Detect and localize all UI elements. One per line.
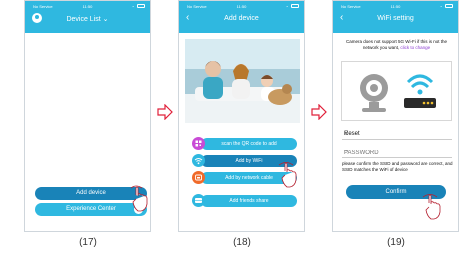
wifi-icon: [192, 154, 205, 167]
chevron-down-icon: ⌄: [102, 16, 109, 23]
wifi-name-field[interactable]: Reset ⊽: [342, 129, 452, 140]
device-illustration: [341, 61, 452, 121]
battery-icon: [291, 4, 299, 8]
status-bar: No Service 11:50 ◔: [179, 1, 304, 11]
wifi-notice: Camera does not support 5G Wi-Fi if this…: [339, 39, 454, 51]
screen-device-list: No Service 11:50 ◔ Device List ⌄ Add dev…: [24, 0, 151, 232]
status-bar: No Service 11:50 ◔: [333, 1, 458, 11]
router-icon: [404, 74, 436, 108]
friends-share-icon: [192, 194, 205, 207]
experience-center-label: Experience Center: [66, 206, 116, 212]
arrow-right-icon: [157, 104, 173, 120]
page-title-label: Device List: [66, 16, 101, 23]
wifi-status-icon: ◔: [285, 4, 288, 9]
tap-hand-icon: [422, 194, 441, 220]
tap-hand-icon: [130, 185, 148, 212]
page-title[interactable]: Device List ⌄: [25, 15, 150, 23]
password-hint: please confirm the SSID and password are…: [342, 161, 453, 172]
qr-icon: [192, 137, 205, 150]
battery-icon: [137, 4, 145, 8]
scan-qr-option-button[interactable]: scan the QR code to add: [201, 138, 297, 150]
screen-add-device: No Service 11:50 ◔ ‹ Add device scan the…: [178, 0, 305, 232]
screen-wifi-setting: No Service 11:50 ◔ ‹ WiFi setting Camera…: [332, 0, 459, 232]
camera-icon: [360, 74, 388, 112]
caption-19: (19): [387, 237, 405, 248]
wifi-status-icon: ◔: [439, 4, 442, 9]
family-photo: [185, 39, 300, 123]
wifi-notice-text: Camera does not support 5G Wi-Fi if this…: [345, 39, 448, 50]
network-cable-icon: [192, 171, 205, 184]
page-title: WiFi setting: [377, 15, 414, 22]
page-title: Add device: [224, 15, 259, 22]
navigation-bar: No Service 11:50 ◔ Device List ⌄: [25, 1, 150, 33]
battery-icon: [445, 4, 453, 8]
tap-hand-icon: [278, 162, 297, 188]
wifi-icon: ⊽: [344, 131, 349, 137]
wifi-status-icon: ◔: [131, 4, 134, 9]
arrow-right-icon: [311, 104, 327, 120]
navigation-bar: No Service 11:50 ◔ ‹ WiFi setting: [333, 1, 458, 33]
eye-hidden-icon[interactable]: ⌣: [344, 148, 448, 155]
navigation-bar: No Service 11:50 ◔ ‹ Add device: [179, 1, 304, 33]
add-friends-share-button[interactable]: Add friends share: [201, 195, 297, 207]
caption-18: (18): [233, 237, 251, 248]
change-network-link[interactable]: click to change: [400, 45, 430, 50]
status-bar: No Service 11:50 ◔: [25, 1, 150, 11]
caption-17: (17): [79, 237, 97, 248]
password-field[interactable]: ⌣: [342, 147, 452, 158]
